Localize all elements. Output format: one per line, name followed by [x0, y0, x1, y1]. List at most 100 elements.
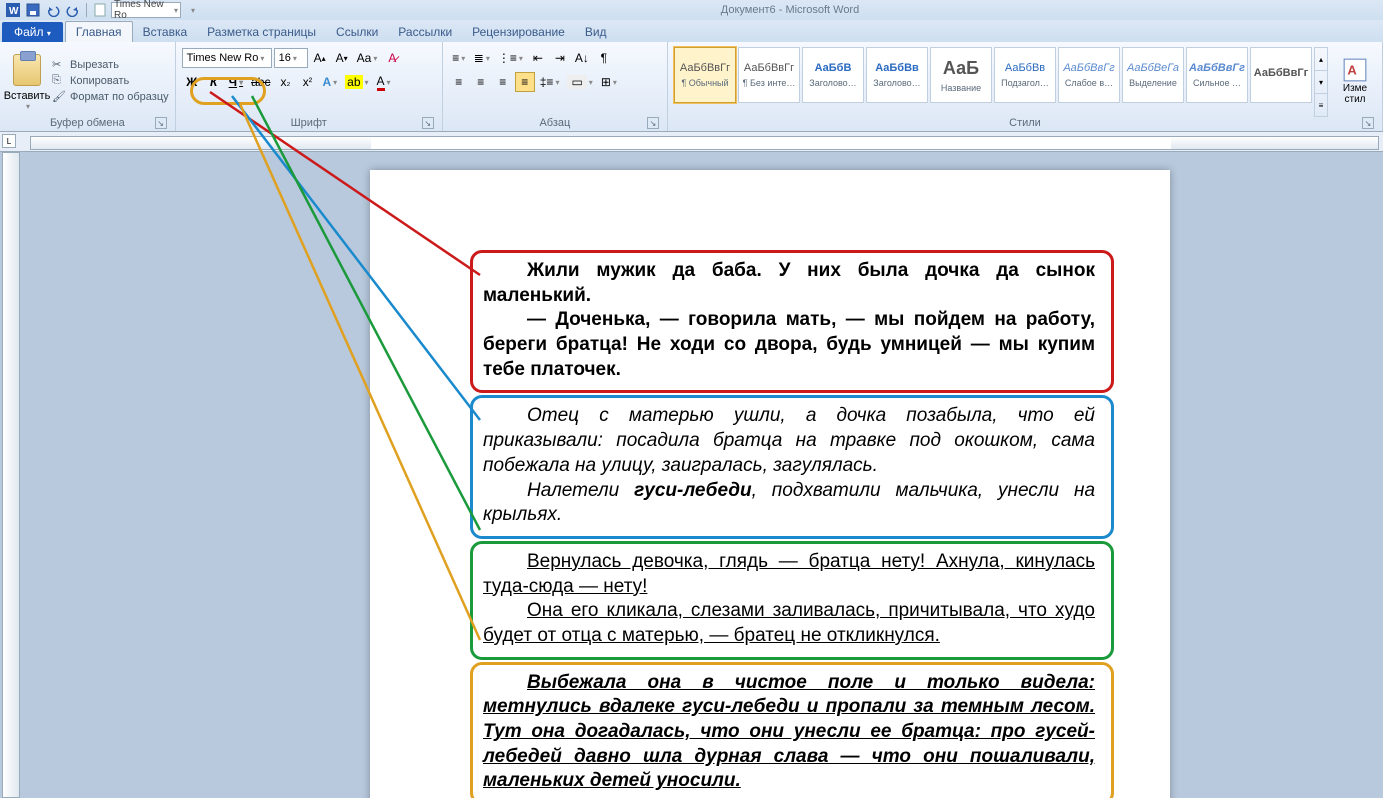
group-label-paragraph: Абзац↘: [449, 117, 661, 131]
style-tile[interactable]: АаБбВвГг Слабое в…: [1058, 47, 1120, 103]
change-case-button[interactable]: Aa▾: [354, 48, 381, 68]
align-center-button[interactable]: ≡: [471, 72, 491, 92]
gallery-expand-icon[interactable]: ≡: [1315, 94, 1327, 116]
show-marks-button[interactable]: ¶: [594, 48, 614, 68]
tab-home[interactable]: Главная: [65, 21, 133, 42]
styles-launcher-icon[interactable]: ↘: [1362, 117, 1374, 129]
style-tile[interactable]: АаБбВвГг: [1250, 47, 1312, 103]
group-label-font: Шрифт↘: [182, 117, 436, 131]
group-clipboard: Вставить ▾ ✂Вырезать ⎘Копировать 🖌Формат…: [0, 42, 176, 131]
shrink-font-button[interactable]: A▾: [332, 48, 352, 68]
style-tile[interactable]: АаБбВеГа Выделение: [1122, 47, 1184, 103]
style-tile[interactable]: АаБбВвГгСильное …: [1186, 47, 1248, 103]
font-size-combo[interactable]: 16▾: [274, 48, 308, 68]
save-icon[interactable]: [24, 1, 42, 19]
style-tile[interactable]: АаБбВвЗаголово…: [866, 47, 928, 103]
grow-font-button[interactable]: A▴: [310, 48, 330, 68]
style-tile[interactable]: АаБНазвание: [930, 47, 992, 103]
word-icon[interactable]: W: [4, 1, 22, 19]
document-page[interactable]: Жили мужик да баба. У них была дочка да …: [370, 170, 1170, 798]
shading-button[interactable]: ▭▾: [564, 72, 595, 92]
subscript-button[interactable]: x₂: [275, 72, 295, 92]
tab-references[interactable]: Ссылки: [326, 22, 388, 42]
tab-review[interactable]: Рецензирование: [462, 22, 575, 42]
group-font: Times New Ro▾ 16▾ A▴ A▾ Aa▾ A̷ Ж К Ч▾ ab…: [176, 42, 443, 131]
paste-button[interactable]: Вставить ▾: [6, 44, 48, 117]
doc-paragraph: — Доченька, — говорила мать, — мы пойдем…: [483, 308, 1095, 382]
copy-button[interactable]: ⎘Копировать: [52, 74, 169, 88]
clear-format-button[interactable]: A̷: [382, 48, 402, 68]
group-styles: АаБбВвГг¶ ОбычныйАаБбВвГг¶ Без инте…АаБб…: [668, 42, 1383, 131]
line-spacing-button[interactable]: ‡≡▾: [537, 72, 563, 92]
style-sample: АаБбВвГг: [1063, 62, 1114, 74]
sort-button[interactable]: A↓: [572, 48, 592, 68]
ribbon-tabs: Файл ▾ Главная Вставка Разметка страницы…: [0, 20, 1383, 42]
inc-indent-button[interactable]: ⇥: [550, 48, 570, 68]
paste-icon: [13, 54, 41, 86]
tab-selector-icon[interactable]: L: [2, 134, 16, 148]
strike-button[interactable]: abc: [248, 72, 273, 92]
tab-mailings[interactable]: Рассылки: [388, 22, 462, 42]
font-name-combo[interactable]: Times New Ro▾: [182, 48, 272, 68]
style-name: Выделение: [1129, 78, 1177, 88]
style-name: Заголово…: [873, 78, 920, 88]
bold-button[interactable]: Ж: [182, 72, 202, 92]
font-color-button[interactable]: A▾: [374, 72, 394, 92]
gallery-scroll[interactable]: ▴▾≡: [1314, 47, 1328, 117]
svg-text:W: W: [9, 6, 19, 17]
align-left-button[interactable]: ≡: [449, 72, 469, 92]
style-tile[interactable]: АаБбВвГг¶ Без инте…: [738, 47, 800, 103]
format-painter-button[interactable]: 🖌Формат по образцу: [52, 90, 169, 104]
style-sample: АаБбВв: [1005, 62, 1045, 74]
doc-paragraph: Налетели гуси-лебеди, подхватили мальчик…: [483, 479, 1095, 528]
copy-icon: ⎘: [52, 74, 66, 88]
align-right-button[interactable]: ≡: [493, 72, 513, 92]
style-sample: АаБбВеГа: [1127, 62, 1179, 74]
highlight-button[interactable]: ab▾: [342, 72, 371, 92]
new-doc-icon[interactable]: [91, 1, 109, 19]
qat-dropdown-icon[interactable]: ▾: [183, 1, 201, 19]
horizontal-ruler[interactable]: [30, 136, 1379, 150]
style-tile[interactable]: АаБбВЗаголово…: [802, 47, 864, 103]
change-styles-button[interactable]: A Изме стил: [1334, 44, 1376, 117]
scroll-down-icon[interactable]: ▾: [1315, 71, 1327, 94]
cut-button[interactable]: ✂Вырезать: [52, 58, 169, 72]
undo-icon[interactable]: [44, 1, 62, 19]
callout-bold: Жили мужик да баба. У них была дочка да …: [470, 250, 1114, 393]
qat-font-combo[interactable]: Times New Ro▾: [111, 2, 181, 18]
style-tile[interactable]: АаБбВвПодзагол…: [994, 47, 1056, 103]
doc-paragraph: Вернулась девочка, глядь — братца нету! …: [483, 550, 1095, 599]
doc-paragraph: Выбежала она в чистое поле и только виде…: [483, 671, 1095, 794]
dec-indent-button[interactable]: ⇤: [528, 48, 548, 68]
numbering-button[interactable]: ≣▾: [471, 48, 493, 68]
style-tile[interactable]: АаБбВвГг¶ Обычный: [674, 47, 736, 103]
ruler-area: L: [0, 132, 1383, 152]
italic-button[interactable]: К: [204, 72, 224, 92]
callout-bold-italic-underline: Выбежала она в чистое поле и только виде…: [470, 662, 1114, 798]
align-justify-button[interactable]: ≡: [515, 72, 535, 92]
clipboard-launcher-icon[interactable]: ↘: [155, 117, 167, 129]
redo-icon[interactable]: [64, 1, 82, 19]
superscript-button[interactable]: x²: [297, 72, 317, 92]
underline-button[interactable]: Ч▾: [226, 72, 246, 92]
scroll-up-icon[interactable]: ▴: [1315, 48, 1327, 71]
vertical-ruler[interactable]: [2, 152, 20, 798]
style-name: Слабое в…: [1065, 78, 1113, 88]
tab-insert[interactable]: Вставка: [133, 22, 198, 42]
style-name: Название: [941, 83, 981, 93]
quick-access-toolbar: W Times New Ro▾ ▾: [4, 1, 201, 19]
tab-layout[interactable]: Разметка страницы: [197, 22, 326, 42]
font-launcher-icon[interactable]: ↘: [422, 117, 434, 129]
group-label-clipboard: Буфер обмена↘: [6, 117, 169, 131]
multilevel-button[interactable]: ⋮≡▾: [495, 48, 526, 68]
style-sample: АаБбВвГг: [1254, 67, 1308, 79]
text-effects-button[interactable]: A▾: [319, 72, 340, 92]
bullets-button[interactable]: ≡▾: [449, 48, 469, 68]
style-sample: АаБбВвГг: [744, 62, 794, 74]
group-label-styles: Стили↘: [674, 117, 1376, 131]
style-name: ¶ Обычный: [681, 78, 728, 88]
file-tab[interactable]: Файл ▾: [2, 22, 63, 42]
borders-button[interactable]: ⊞▾: [598, 72, 620, 92]
paragraph-launcher-icon[interactable]: ↘: [647, 117, 659, 129]
tab-view[interactable]: Вид: [575, 22, 617, 42]
